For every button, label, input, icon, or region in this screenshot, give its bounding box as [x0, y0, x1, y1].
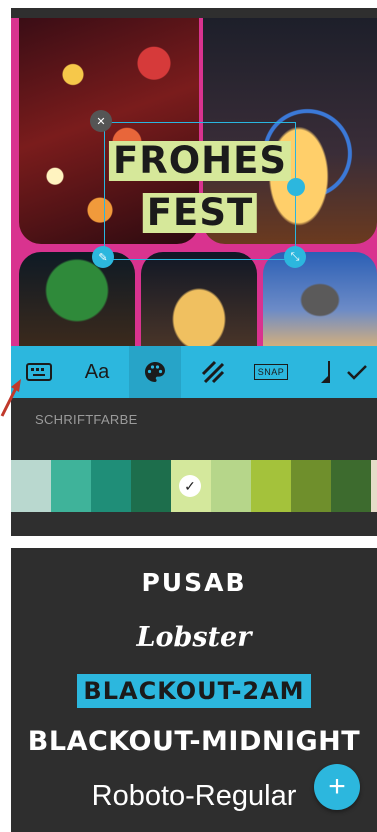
font-button-label: Aa: [84, 360, 110, 383]
photo-christmas-tree[interactable]: [19, 252, 135, 348]
edit-pencil-icon[interactable]: ✎: [92, 246, 114, 268]
photo-christmas-market[interactable]: [141, 252, 257, 348]
overlay-text-line-2: FEST: [142, 193, 258, 233]
photo-collage: FROHES FEST ✕ ✎ ⤡: [11, 18, 377, 348]
color-swatch[interactable]: [131, 460, 171, 512]
color-swatch[interactable]: [251, 460, 291, 512]
snap-button[interactable]: SNAP: [245, 346, 297, 398]
color-swatch[interactable]: [371, 460, 377, 512]
font-option-blackout-midnight[interactable]: BLACKOUT-MIDNIGHT: [11, 726, 377, 757]
add-font-button[interactable]: +: [314, 764, 360, 810]
close-icon[interactable]: ✕: [90, 110, 112, 132]
stripes-icon[interactable]: [187, 346, 239, 398]
color-swatch[interactable]: [11, 460, 51, 512]
font-button[interactable]: Aa: [71, 346, 123, 398]
color-swatch[interactable]: [291, 460, 331, 512]
palette-icon[interactable]: [129, 346, 181, 398]
section-label-font-color: SCHRIFTFARBE: [35, 412, 138, 427]
resize-icon[interactable]: ⤡: [284, 246, 306, 268]
color-swatch[interactable]: [331, 460, 371, 512]
editor-toolbar: Aa SNAP: [11, 346, 377, 398]
snap-button-label: SNAP: [253, 364, 289, 380]
annotation-arrow-icon: [0, 379, 21, 417]
font-option-pusab[interactable]: PUSAB: [11, 568, 377, 597]
text-overlay-box[interactable]: FROHES FEST: [104, 122, 296, 260]
overlay-text-line-1: FROHES: [108, 141, 292, 181]
rotate-handle[interactable]: [287, 178, 305, 196]
selected-check-icon: ✓: [179, 475, 201, 497]
font-option-blackout-2am-label: BLACKOUT-2AM: [77, 674, 311, 708]
photo-statue[interactable]: [263, 252, 377, 348]
color-swatch[interactable]: [211, 460, 251, 512]
color-swatch-row: ✓: [11, 460, 377, 512]
font-option-blackout-2am[interactable]: BLACKOUT-2AM: [11, 674, 377, 708]
check-icon[interactable]: [331, 346, 377, 398]
editor-screenshot: FROHES FEST ✕ ✎ ⤡ Aa SNAP SCHRIFTFARBE ✓: [11, 8, 377, 536]
font-list-screenshot: PUSAB Lobster BLACKOUT-2AM BLACKOUT-MIDN…: [11, 548, 377, 832]
color-swatch[interactable]: ✓: [171, 460, 211, 512]
color-swatch[interactable]: [51, 460, 91, 512]
color-swatch[interactable]: [91, 460, 131, 512]
font-option-lobster[interactable]: Lobster: [11, 622, 377, 653]
